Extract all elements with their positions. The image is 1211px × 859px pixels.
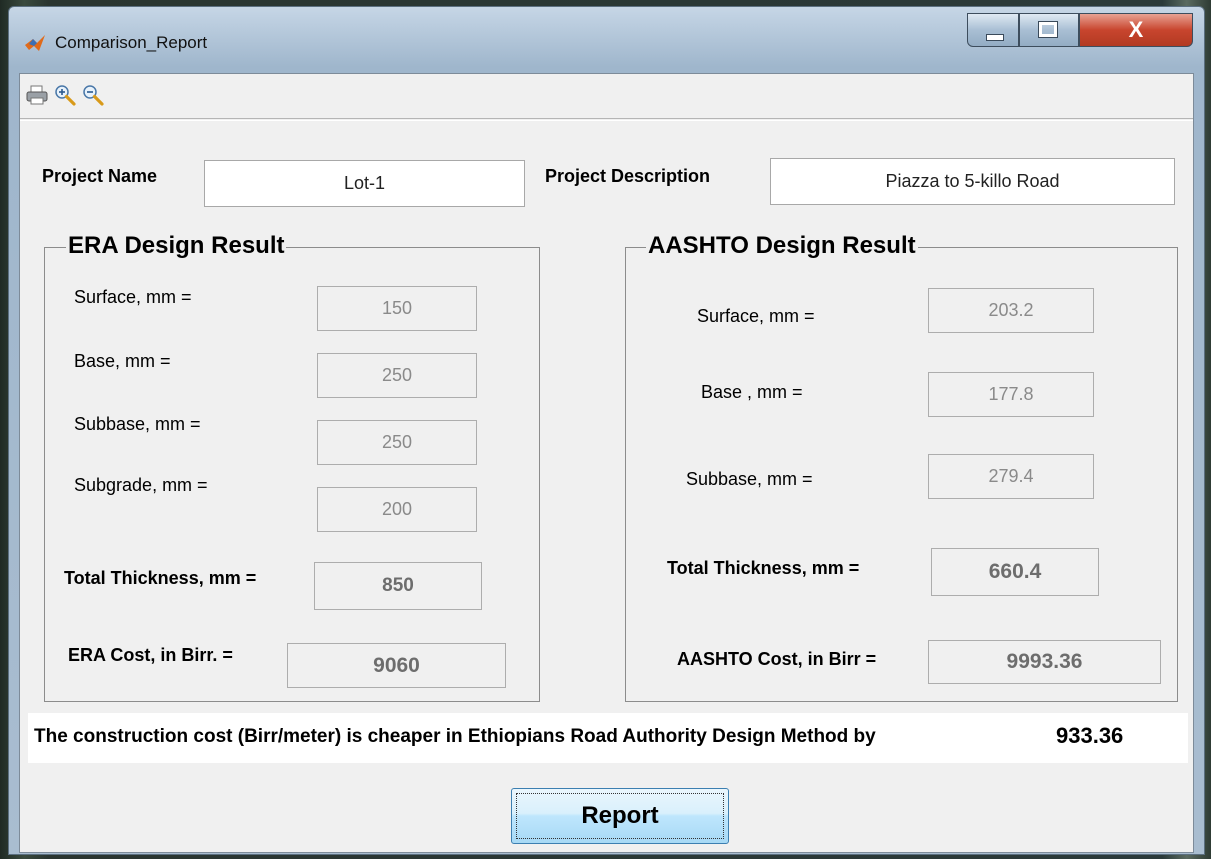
- title-bar[interactable]: Comparison_Report X: [9, 7, 1204, 73]
- aashto-total-thickness-value: 660.4: [931, 548, 1099, 596]
- aashto-surface-value: 203.2: [928, 288, 1094, 333]
- aashto-surface-label: Surface, mm =: [697, 306, 815, 326]
- aashto-cost-value: 9993.36: [928, 640, 1161, 684]
- era-cost-value: 9060: [287, 643, 506, 688]
- close-button[interactable]: X: [1079, 13, 1193, 47]
- matlab-icon: [25, 35, 45, 51]
- project-name-label: Project Name: [42, 166, 158, 186]
- era-cost-label: ERA Cost, in Birr. =: [68, 645, 233, 665]
- era-subgrade-value: 200: [317, 487, 477, 532]
- era-surface-label: Surface, mm =: [74, 287, 192, 307]
- era-base-label: Base, mm =: [74, 351, 171, 371]
- zoom-out-icon[interactable]: [82, 84, 104, 106]
- focus-rectangle: [516, 793, 724, 839]
- close-icon: X: [1128, 17, 1144, 42]
- era-total-thickness-value: 850: [314, 562, 482, 610]
- era-subbase-label: Subbase, mm =: [74, 414, 201, 434]
- aashto-base-value: 177.8: [928, 372, 1094, 417]
- era-base-value: 250: [317, 353, 477, 398]
- zoom-in-icon[interactable]: [54, 84, 76, 106]
- era-group-title: ERA Design Result: [66, 232, 287, 260]
- era-subgrade-label: Subgrade, mm =: [74, 475, 208, 495]
- toolbar-divider: [20, 120, 1193, 121]
- aashto-base-label: Base , mm =: [701, 382, 803, 402]
- app-window: Comparison_Report X Project Name Lot-1 P…: [8, 6, 1205, 855]
- aashto-total-thickness-label: Total Thickness, mm =: [667, 558, 860, 578]
- report-button[interactable]: Report: [511, 788, 729, 844]
- client-area: Project Name Lot-1 Project Description P…: [19, 73, 1194, 853]
- project-description-label: Project Description: [545, 166, 711, 186]
- minimize-button[interactable]: [967, 13, 1019, 47]
- aashto-subbase-value: 279.4: [928, 454, 1094, 499]
- cost-difference-value: 933.36: [1056, 723, 1124, 748]
- maximize-button[interactable]: [1019, 13, 1079, 47]
- era-surface-value: 150: [317, 286, 477, 331]
- result-text: The construction cost (Birr/meter) is ch…: [34, 726, 876, 747]
- aashto-cost-label: AASHTO Cost, in Birr =: [677, 649, 877, 669]
- print-icon[interactable]: [26, 84, 48, 106]
- era-total-thickness-label: Total Thickness, mm =: [64, 568, 257, 588]
- aashto-group-title: AASHTO Design Result: [646, 232, 918, 260]
- window-title: Comparison_Report: [55, 33, 208, 52]
- project-name-field[interactable]: Lot-1: [204, 160, 525, 207]
- era-subbase-value: 250: [317, 420, 477, 465]
- project-description-field[interactable]: Piazza to 5-killo Road: [770, 158, 1175, 205]
- toolbar: [20, 74, 1193, 119]
- aashto-subbase-label: Subbase, mm =: [686, 469, 813, 489]
